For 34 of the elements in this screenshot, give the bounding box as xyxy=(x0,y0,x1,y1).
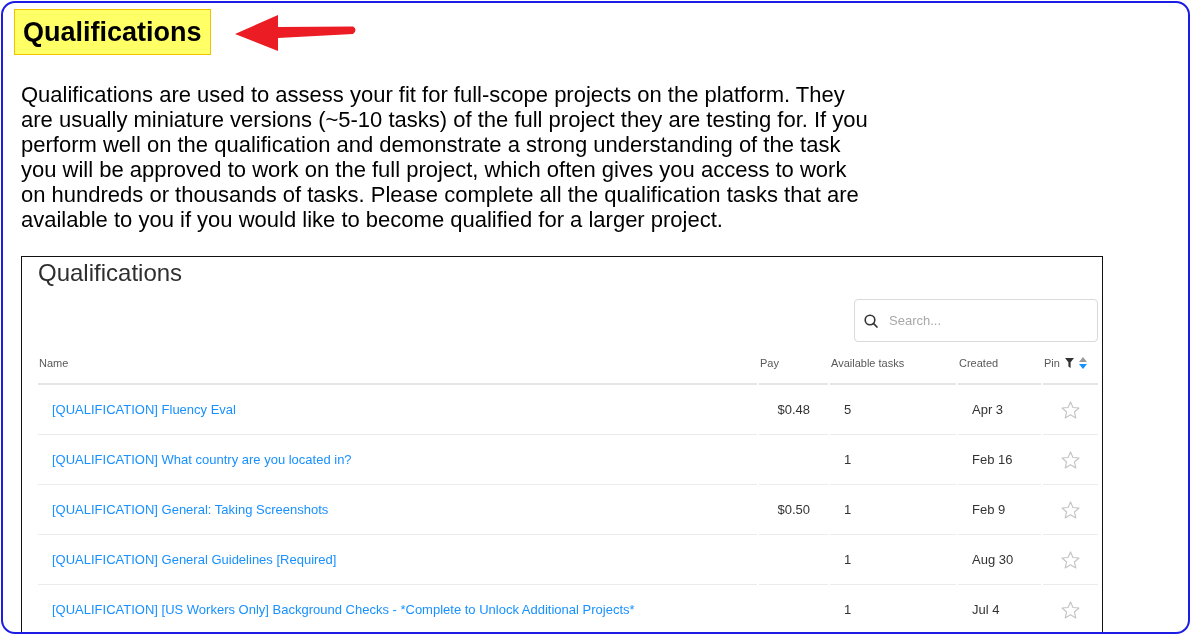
star-icon[interactable] xyxy=(1061,550,1080,569)
star-icon[interactable] xyxy=(1061,500,1080,519)
star-icon[interactable] xyxy=(1061,600,1080,619)
task-count: 1 xyxy=(844,552,852,567)
intro-paragraph: Qualifications are used to assess your fit for full-scope projects on the platform. They are usually miniature versions (~5-10 tasks) of the full project they are testing for. If you perform well on the qualification and demonstrate a strong understanding of the task you will be approved to work on the full project, which often gives you access to work on hundreds or thousands of tasks. Please complete all the qualification tasks that are available to you if you would like to become qualified for a larger project. xyxy=(21,82,869,232)
page-heading: Qualifications xyxy=(14,9,211,55)
star-icon[interactable] xyxy=(1061,450,1080,469)
pay-amount: $0.48 xyxy=(777,402,810,417)
pay-amount: $0.50 xyxy=(777,502,810,517)
created-date: Aug 30 xyxy=(972,552,1014,567)
filter-icon[interactable] xyxy=(1064,357,1074,368)
qualification-link[interactable]: [QUALIFICATION] What country are you located in? xyxy=(52,452,352,467)
column-header: Created xyxy=(959,356,999,369)
created-date: Jul 4 xyxy=(972,602,1000,617)
qualification-link[interactable]: [QUALIFICATION] General Guidelines [Required] xyxy=(52,552,337,567)
created-date: Apr 3 xyxy=(972,402,1004,417)
column-header: Pin xyxy=(1044,356,1060,369)
qualification-link[interactable]: [QUALIFICATION] General: Taking Screenshots xyxy=(52,502,329,517)
qualification-link[interactable]: [QUALIFICATION] [US Workers Only] Background Checks - *Complete to Unlock Additional Projects* xyxy=(52,602,635,617)
task-count: 5 xyxy=(844,402,852,417)
column-header: Name xyxy=(39,356,69,369)
column-header: Available tasks xyxy=(831,356,905,369)
arrow-icon xyxy=(233,14,358,52)
column-header: Pay xyxy=(760,356,779,369)
star-icon[interactable] xyxy=(1061,400,1080,419)
task-count: 1 xyxy=(844,452,852,467)
panel-title: Qualifications xyxy=(38,259,184,287)
task-count: 1 xyxy=(844,602,852,617)
search-icon xyxy=(864,314,878,328)
search-field[interactable]: Search... xyxy=(854,299,1098,342)
created-date: Feb 16 xyxy=(972,452,1013,467)
qualification-link[interactable]: [QUALIFICATION] Fluency Eval xyxy=(52,402,236,417)
task-count: 1 xyxy=(844,502,852,517)
created-date: Feb 9 xyxy=(972,502,1006,517)
